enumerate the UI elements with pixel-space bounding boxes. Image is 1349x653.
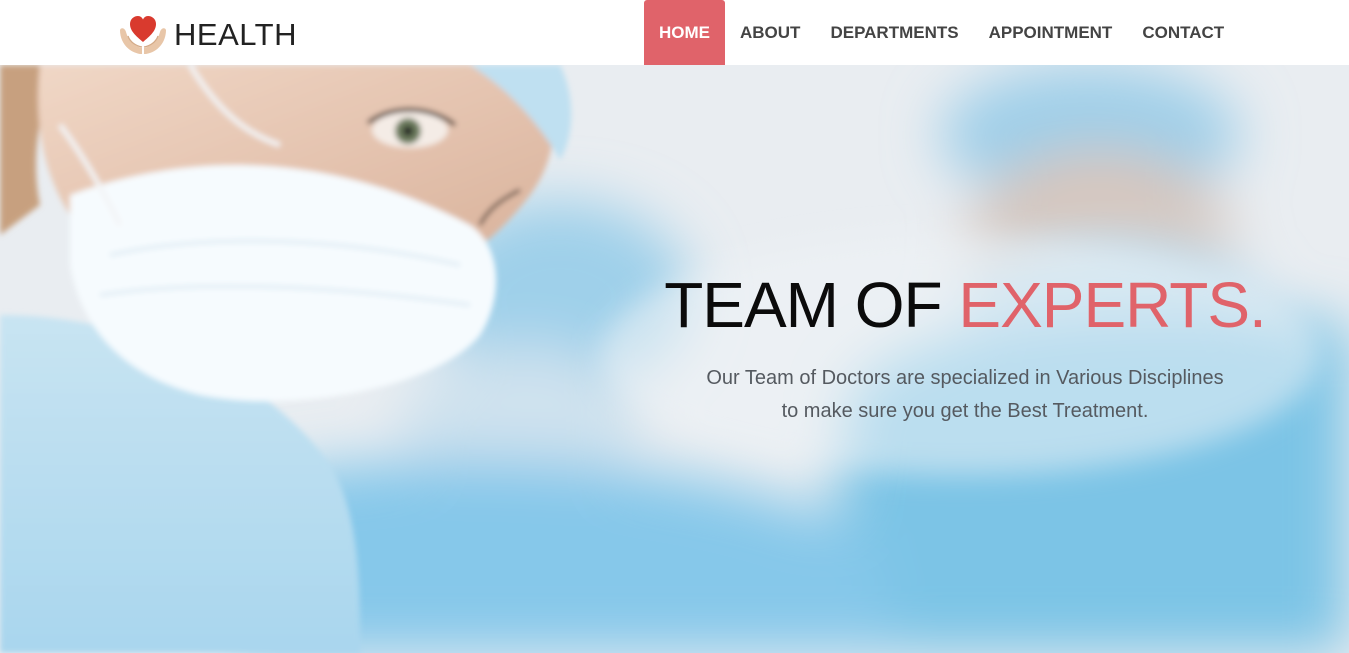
navbar: HEALTH HOME ABOUT DEPARTMENTS APPOINTMEN…	[0, 0, 1349, 65]
hero-section: TEAM OF EXPERTS. Our Team of Doctors are…	[0, 65, 1349, 653]
nav-about[interactable]: ABOUT	[725, 0, 815, 65]
hero-subtitle: Our Team of Doctors are specialized in V…	[580, 362, 1349, 428]
nav-home[interactable]: HOME	[644, 0, 725, 65]
main-nav: HOME ABOUT DEPARTMENTS APPOINTMENT CONTA…	[644, 0, 1239, 65]
page: HEALTH HOME ABOUT DEPARTMENTS APPOINTMEN…	[0, 0, 1349, 653]
brand-name: HEALTH	[174, 16, 298, 52]
hero-subtitle-line-2: to make sure you get the Best Treatment.	[781, 400, 1149, 423]
nav-appointment[interactable]: APPOINTMENT	[974, 0, 1128, 65]
hero-subtitle-line-1: Our Team of Doctors are specialized in V…	[706, 367, 1224, 390]
nav-departments[interactable]: DEPARTMENTS	[815, 0, 973, 65]
brand-logo-link[interactable]: HEALTH	[118, 12, 297, 56]
hero-text-block: TEAM OF EXPERTS. Our Team of Doctors are…	[580, 270, 1349, 428]
hero-title-accent: EXPERTS.	[958, 269, 1266, 341]
hero-title: TEAM OF EXPERTS.	[580, 270, 1349, 340]
hero-title-main: TEAM OF	[664, 269, 942, 341]
heart-in-hands-icon	[120, 16, 166, 54]
nav-contact[interactable]: CONTACT	[1127, 0, 1239, 65]
